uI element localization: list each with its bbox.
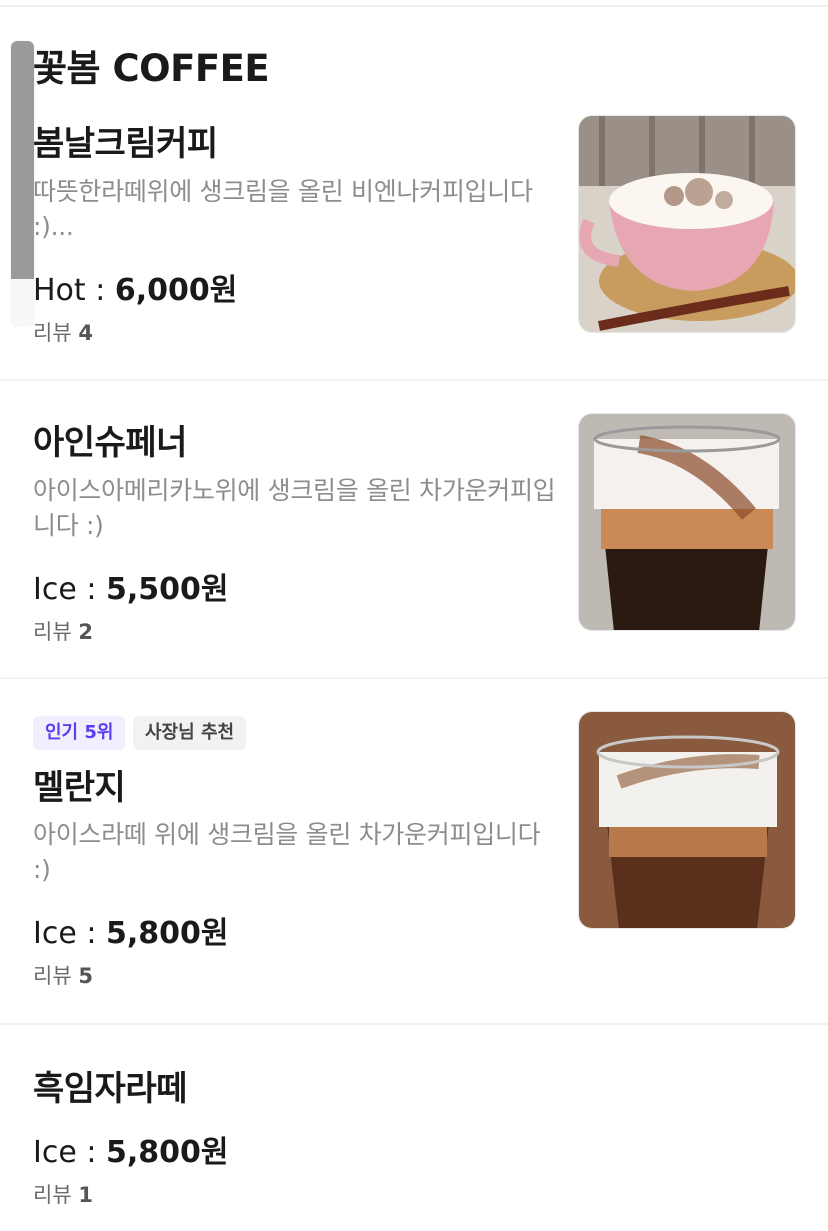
review-count: 2 <box>78 620 93 644</box>
review-label: 리뷰 <box>33 964 79 988</box>
price-label: Hot : <box>33 273 115 308</box>
item-review[interactable]: 리뷰 5 <box>33 960 93 990</box>
price-label: Ice : <box>33 1135 106 1170</box>
item-price: Ice : 5,800원 <box>33 908 228 952</box>
item-name: 멜란지 <box>33 768 126 808</box>
item-name: 흑임자라떼 <box>33 1069 187 1109</box>
item-photo[interactable] <box>578 115 796 333</box>
item-review[interactable]: 리뷰 1 <box>33 1179 93 1209</box>
price-label: Ice : <box>33 572 106 607</box>
menu-item[interactable]: 아인슈페너 아이스아메리카노위에 생크림을 올린 차가운커피입니다 :) Ice… <box>0 381 828 679</box>
review-label: 리뷰 <box>33 321 79 345</box>
item-name: 아인슈페너 <box>33 423 187 463</box>
item-price: Ice : 5,500원 <box>33 564 228 608</box>
item-name: 봄날크림커피 <box>33 124 218 164</box>
item-description: 따뜻한라떼위에 생크림을 올린 비엔나커피입니다 :)... <box>33 177 533 241</box>
popularity-badge: 인기 5위 <box>33 716 126 750</box>
item-review[interactable]: 리뷰 2 <box>33 616 93 646</box>
owner-recommend-badge: 사장님 추천 <box>133 716 247 750</box>
price-value: 5,800원 <box>105 1135 229 1170</box>
item-review[interactable]: 리뷰 4 <box>33 317 93 347</box>
review-label: 리뷰 <box>33 620 79 644</box>
item-description: 아이스라떼 위에 생크림을 올린 차가운커피입니다 :) <box>33 820 541 884</box>
price-value: 5,500원 <box>105 572 229 607</box>
item-photo[interactable] <box>578 413 796 631</box>
price-label: Ice : <box>33 916 106 951</box>
review-count: 4 <box>78 321 93 345</box>
item-price: Ice : 5,800원 <box>33 1127 228 1171</box>
item-description: 아이스아메리카노위에 생크림을 올린 차가운커피입니다 :) <box>33 476 556 540</box>
price-value: 5,800원 <box>105 916 229 951</box>
review-count: 5 <box>78 964 93 988</box>
review-label: 리뷰 <box>33 1183 79 1207</box>
item-photo[interactable] <box>578 711 796 929</box>
menu-item[interactable]: 흑임자라떼 Ice : 5,800원 리뷰 1 <box>0 1025 828 1231</box>
review-count: 1 <box>78 1183 93 1207</box>
price-value: 6,000원 <box>114 273 238 308</box>
item-price: Hot : 6,000원 <box>33 265 237 309</box>
menu-item[interactable]: 봄날크림커피 따뜻한라떼위에 생크림을 올린 비엔나커피입니다 :)... Ho… <box>0 0 828 381</box>
